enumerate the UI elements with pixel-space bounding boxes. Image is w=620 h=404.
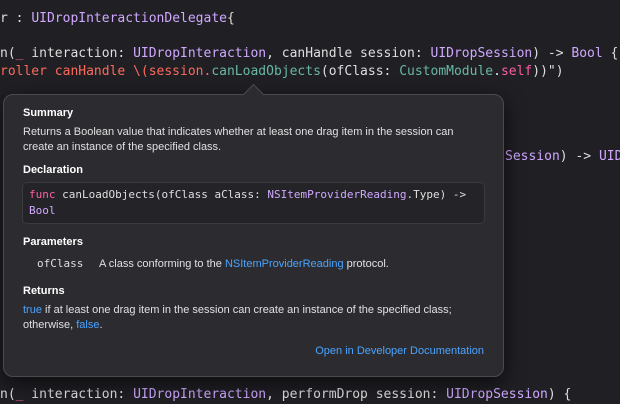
param-desc-link[interactable]: NSItemProviderReading — [225, 258, 344, 270]
code-token: UIDropInteractionDelegate — [31, 11, 227, 26]
code-token: CustomModule — [399, 64, 494, 79]
param-description: A class conforming to the NSItemProvider… — [99, 258, 389, 270]
code-token: (ofClass: — [320, 64, 400, 79]
code-token: ))") — [532, 64, 564, 79]
code-token: interaction: — [23, 387, 134, 402]
code-token: { — [602, 46, 619, 61]
declaration-code: func canLoadObjects(ofClass aClass: NSIt… — [29, 187, 479, 219]
code-token: , canHandle session: — [266, 46, 431, 61]
decl-keyword: func — [29, 188, 56, 201]
code-token: UIDr — [598, 149, 620, 164]
param-desc-suffix: protocol. — [343, 258, 389, 270]
declaration-title: Declaration — [23, 164, 83, 176]
code-token: ) { — [547, 387, 572, 402]
code-line-2: n(_ interaction: UIDropInteraction, canH… — [0, 45, 618, 63]
summary-text: Returns a Boolean value that indicates w… — [23, 126, 454, 153]
true-link[interactable]: true — [23, 304, 42, 316]
code-token: ) -> — [532, 46, 572, 61]
decl-signature: canLoadObjects(ofClass aClass: — [55, 188, 268, 201]
code-token: Session — [505, 149, 560, 164]
code-token: UIDropSession — [430, 46, 533, 61]
decl-return-type[interactable]: Bool — [29, 204, 56, 217]
popover-arrow — [242, 83, 265, 106]
quick-help-popover: Summary Returns a Boolean value that ind… — [3, 83, 504, 377]
declaration-box: func canLoadObjects(ofClass aClass: NSIt… — [22, 182, 485, 224]
code-line-1: r : UIDropInteractionDelegate{ — [0, 10, 235, 28]
code-token: UIDropInteraction — [133, 46, 267, 61]
decl-signature-rest: .Type) -> — [406, 188, 467, 201]
code-token: n( — [0, 46, 16, 61]
decl-type-link[interactable]: NSItemProviderReading — [267, 188, 406, 201]
code-line-3: roller canHandle \(session.canLoadObject… — [0, 63, 564, 81]
code-token: r : — [0, 11, 32, 26]
returns-title: Returns — [23, 285, 65, 297]
code-token: Bool — [571, 46, 603, 61]
code-token: UIDropInteraction — [133, 387, 267, 402]
code-token: canLoadObjects — [211, 64, 321, 79]
code-line-bottom: n(_ interaction: UIDropInteraction, perf… — [0, 386, 571, 404]
code-token: , performDrop session: — [266, 387, 447, 402]
param-desc-prefix: A class conforming to the — [99, 258, 225, 270]
code-token: roller canHandle \(session. — [0, 64, 212, 79]
code-token: UIDropSession — [446, 387, 548, 402]
code-line-right: Session) -> UIDr — [505, 148, 620, 166]
parameters-title: Parameters — [23, 236, 83, 248]
code-token: n( — [0, 387, 16, 402]
code-token: . — [493, 64, 501, 79]
param-name: ofClass — [37, 257, 84, 270]
code-token: interaction: — [23, 46, 134, 61]
returns-text-part2: . — [99, 319, 103, 331]
open-developer-documentation-link[interactable]: Open in Developer Documentation — [315, 345, 484, 357]
code-token: self — [500, 64, 533, 79]
false-link[interactable]: false — [76, 319, 99, 331]
code-token: { — [226, 11, 235, 26]
code-token: ) -> — [559, 149, 599, 164]
returns-text: true if at least one drag item in the se… — [23, 303, 483, 333]
summary-title: Summary — [23, 107, 74, 119]
